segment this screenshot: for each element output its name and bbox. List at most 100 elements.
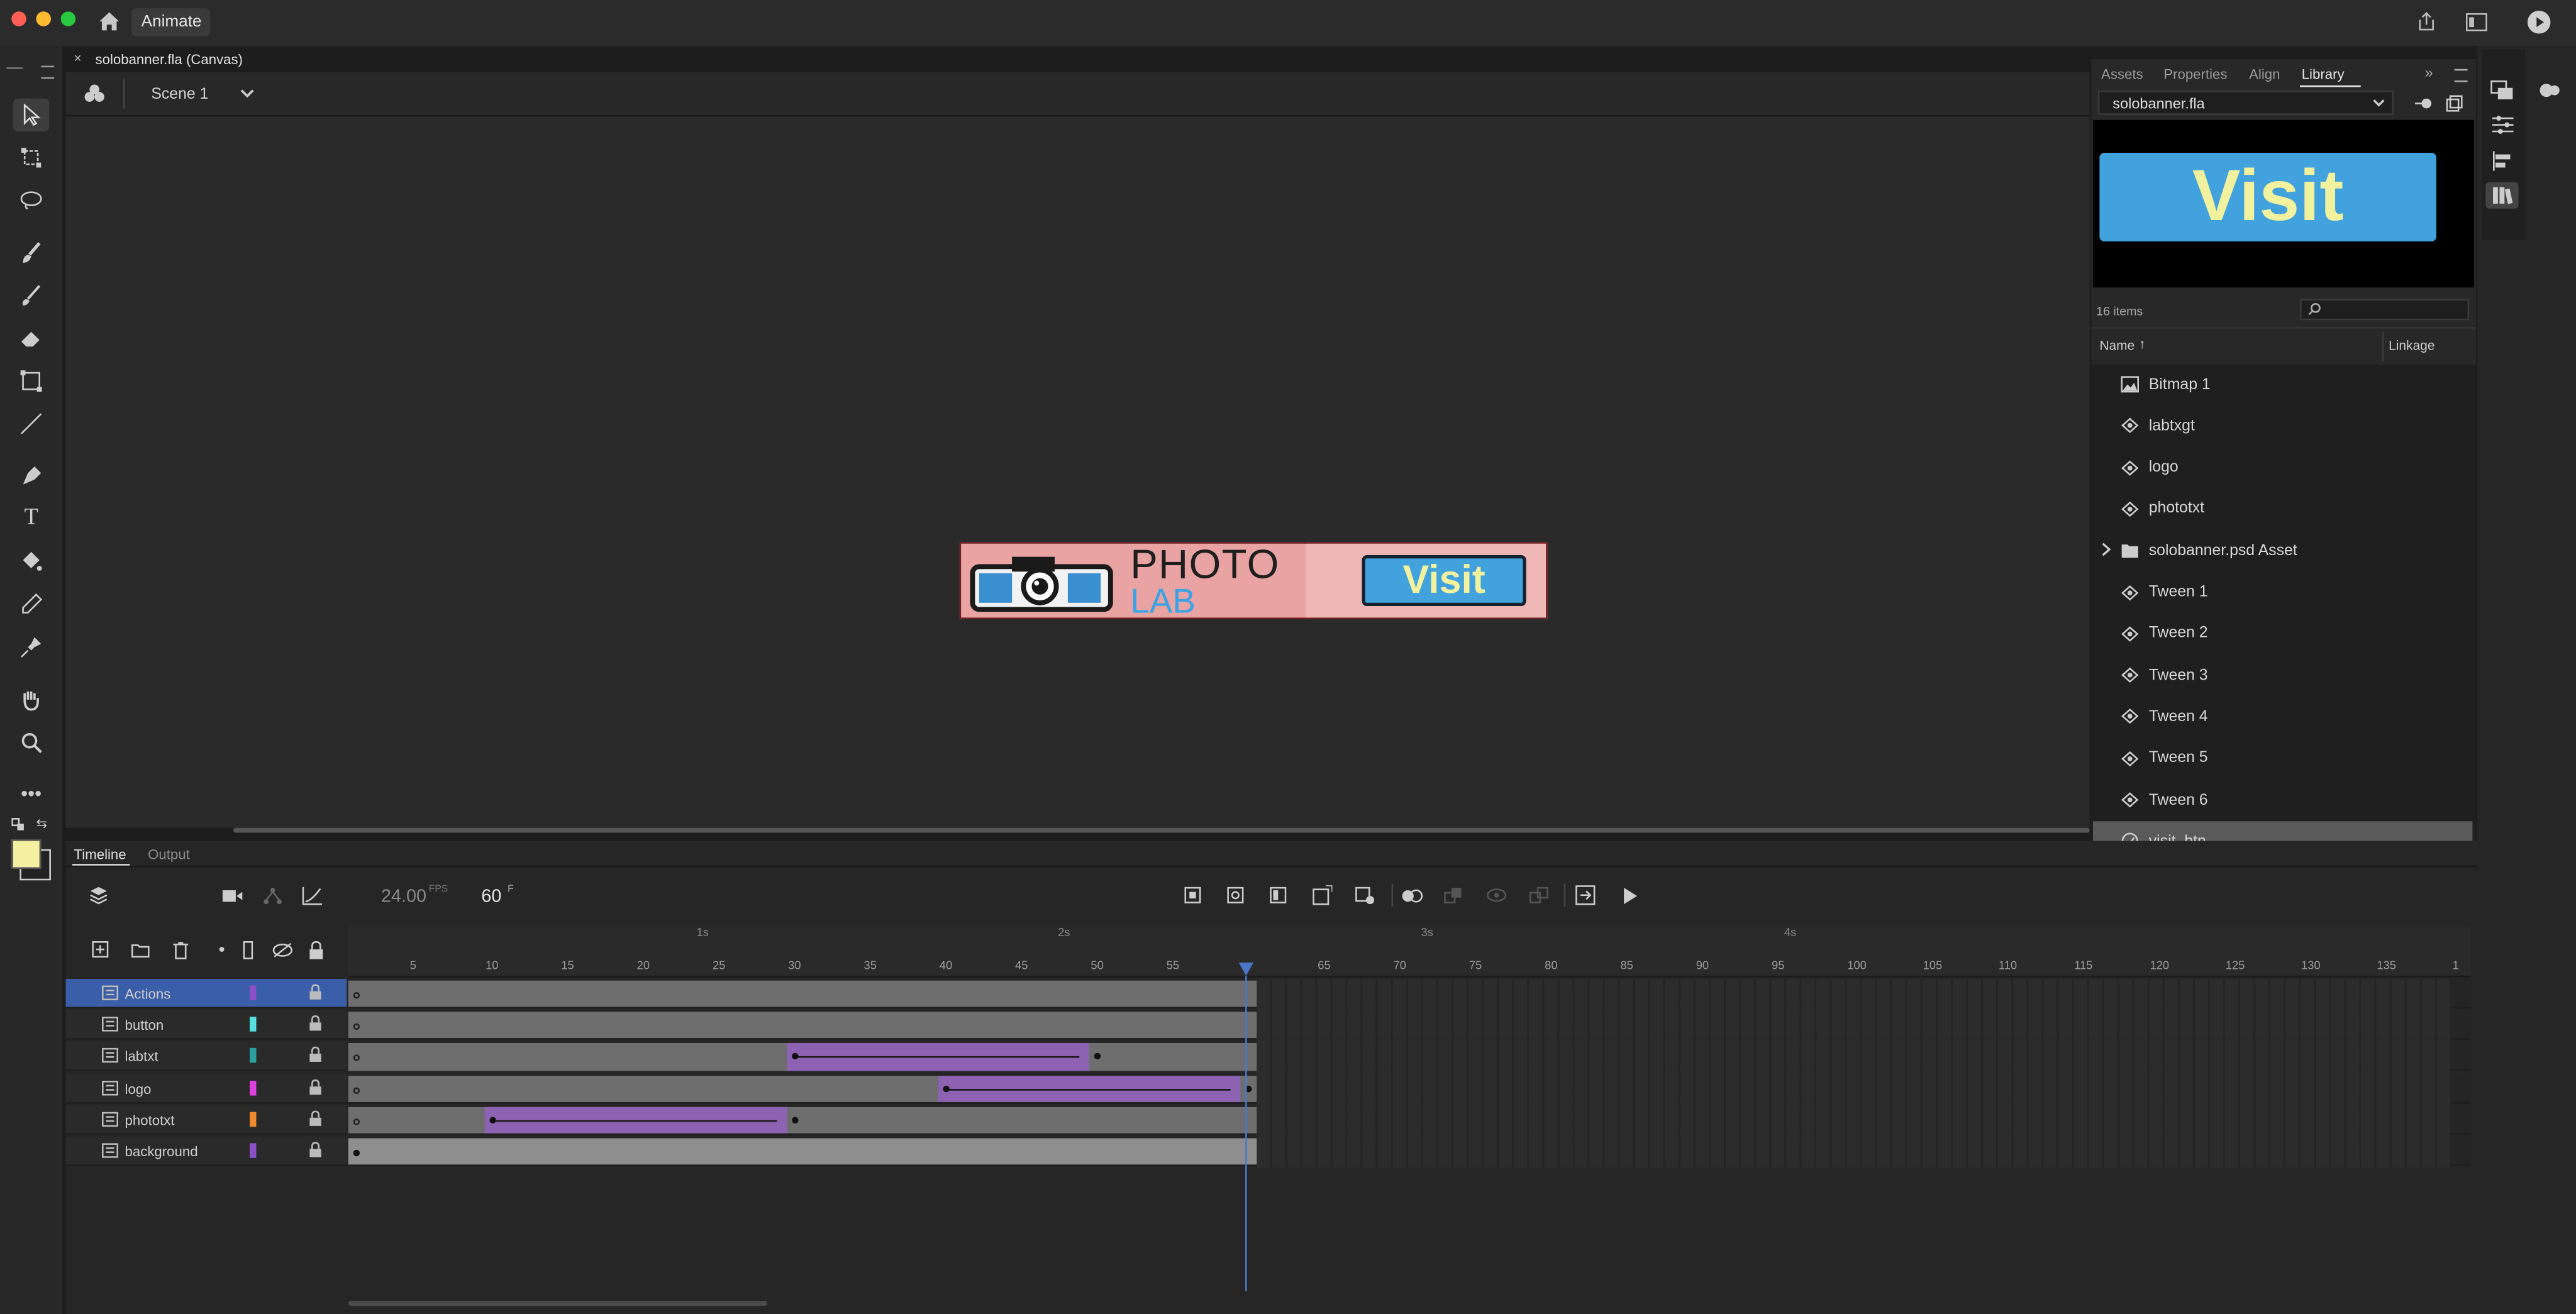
outline-layer-icon[interactable]: [240, 939, 256, 959]
frame-span[interactable]: [348, 1138, 1257, 1165]
layers-icon[interactable]: [86, 884, 112, 907]
eraser-tool-icon[interactable]: [13, 322, 49, 355]
free-transform-tool-icon[interactable]: [13, 141, 49, 174]
fps-value[interactable]: 24.00: [381, 887, 426, 907]
panel-menu-icon[interactable]: [2454, 69, 2468, 82]
eyedropper-tool-icon[interactable]: [13, 588, 49, 621]
assets-panel-icon[interactable]: [2485, 182, 2519, 209]
tools-menu-icon[interactable]: [41, 65, 55, 79]
lock-all-layers-icon[interactable]: [306, 939, 325, 959]
zoom-tool-icon[interactable]: [13, 726, 49, 759]
onion-outlines-icon[interactable]: [1443, 885, 1466, 905]
line-tool-icon[interactable]: [13, 407, 49, 440]
lock-icon[interactable]: [309, 1078, 322, 1095]
tab-timeline[interactable]: Timeline: [74, 846, 126, 862]
tab-align[interactable]: Align: [2249, 66, 2280, 82]
frame-span[interactable]: [348, 1012, 1257, 1039]
layer-color-swatch[interactable]: [250, 1143, 257, 1158]
classic-tween-span[interactable]: [938, 1075, 1241, 1102]
more-tools-icon[interactable]: •••: [13, 777, 49, 810]
layer-row[interactable]: logo: [65, 1073, 347, 1103]
actions-panel-icon[interactable]: [2536, 79, 2563, 102]
brush-tool-icon[interactable]: [13, 279, 49, 312]
library-item[interactable]: Tween 3: [2093, 656, 2472, 695]
hide-all-layers-icon[interactable]: [271, 939, 294, 959]
banner-artwork[interactable]: PHOTO LAB Visit: [959, 542, 1548, 619]
insert-keyframe-icon[interactable]: [1183, 885, 1202, 905]
play-icon[interactable]: [1618, 885, 1641, 905]
lasso-tool-icon[interactable]: [13, 184, 49, 217]
lock-icon[interactable]: [309, 1047, 322, 1063]
column-linkage[interactable]: Linkage: [2389, 338, 2434, 353]
chevron-right-icon[interactable]: [2101, 543, 2111, 562]
lock-icon[interactable]: [309, 1015, 322, 1032]
edit-symbols-icon[interactable]: [82, 82, 106, 106]
fill-color-swatch[interactable]: [11, 839, 42, 870]
layer-row[interactable]: background: [65, 1136, 347, 1166]
lock-icon[interactable]: [309, 1142, 322, 1158]
layer-row[interactable]: Actions: [65, 979, 347, 1009]
minimize-window-button[interactable]: [36, 11, 51, 26]
classic-tween-span[interactable]: [484, 1107, 787, 1134]
paint-brush-tool-icon[interactable]: [13, 236, 49, 269]
share-icon[interactable]: [2415, 10, 2438, 33]
close-tab-icon[interactable]: ×: [74, 51, 82, 66]
layer-row[interactable]: button: [65, 1010, 347, 1041]
clear-keyframe-icon[interactable]: [1353, 885, 1377, 905]
new-folder-icon[interactable]: [130, 939, 149, 959]
pin-icon[interactable]: [2413, 94, 2433, 113]
tab-properties[interactable]: Properties: [2163, 66, 2227, 82]
layer-color-swatch[interactable]: [250, 1079, 257, 1095]
hand-tool-icon[interactable]: [13, 683, 49, 716]
onion-skin-icon[interactable]: [1400, 885, 1423, 905]
rectangle-tool-icon[interactable]: [13, 365, 49, 397]
modify-onion-markers-icon[interactable]: [1528, 885, 1551, 905]
lock-icon[interactable]: [309, 1110, 322, 1127]
classic-tween-span[interactable]: [787, 1043, 1090, 1071]
new-layer-icon[interactable]: [91, 939, 110, 959]
library-item[interactable]: Tween 1: [2093, 572, 2472, 612]
default-colors-icon[interactable]: [11, 818, 25, 831]
close-window-button[interactable]: [11, 11, 26, 26]
tab-output[interactable]: Output: [148, 846, 190, 862]
library-item[interactable]: Tween 6: [2093, 780, 2472, 820]
library-file-select[interactable]: solobanner.fla: [2097, 90, 2394, 115]
delete-layer-icon[interactable]: [171, 939, 191, 959]
empty-frames-grid[interactable]: [1256, 979, 2451, 1168]
library-item[interactable]: Tween 5: [2093, 739, 2472, 778]
column-name[interactable]: Name: [2099, 338, 2135, 353]
keyframe-dot[interactable]: [489, 1116, 496, 1124]
keyframe-dot[interactable]: [353, 1086, 360, 1093]
swap-colors-icon[interactable]: ⇆: [36, 816, 47, 831]
zoom-window-button[interactable]: [60, 11, 76, 26]
document-tab[interactable]: solobanner.fla (Canvas): [96, 51, 243, 67]
keyframe-dot[interactable]: [353, 1149, 360, 1157]
library-item[interactable]: phototxt: [2093, 489, 2472, 529]
sort-ascending-icon[interactable]: ↑: [2139, 337, 2145, 352]
tab-library[interactable]: Library: [2302, 66, 2345, 82]
layer-color-swatch[interactable]: [250, 985, 257, 1001]
insert-frame-icon[interactable]: [1269, 885, 1288, 905]
workspace-layout-icon[interactable]: [2464, 10, 2487, 33]
layer-row[interactable]: phototxt: [65, 1105, 347, 1135]
edit-multiple-frames-icon[interactable]: [1485, 885, 1508, 905]
visit-button-artwork[interactable]: Visit: [1362, 555, 1526, 607]
lock-icon[interactable]: [309, 984, 322, 1000]
library-panel-icon[interactable]: [2489, 79, 2515, 102]
graph-editor-icon[interactable]: [299, 885, 325, 905]
selection-tool-icon[interactable]: [13, 98, 50, 131]
keyframe-dot[interactable]: [353, 991, 360, 999]
library-item[interactable]: logo: [2093, 448, 2472, 487]
scene-selector[interactable]: Scene 1: [151, 86, 208, 104]
library-search-input[interactable]: [2300, 299, 2470, 321]
pen-tool-icon[interactable]: [13, 460, 49, 493]
layer-color-swatch[interactable]: [250, 1048, 257, 1064]
library-item[interactable]: labtxgt: [2093, 406, 2472, 446]
asset-warp-tool-icon[interactable]: [13, 631, 49, 663]
keyframe-dot[interactable]: [792, 1116, 799, 1124]
layer-color-swatch[interactable]: [250, 1017, 257, 1032]
timeline-scrollbar[interactable]: [348, 1301, 767, 1306]
align-panel-icon[interactable]: [2489, 150, 2515, 173]
highlight-layer-icon[interactable]: [214, 939, 230, 959]
loop-export-icon[interactable]: [1574, 884, 1597, 907]
